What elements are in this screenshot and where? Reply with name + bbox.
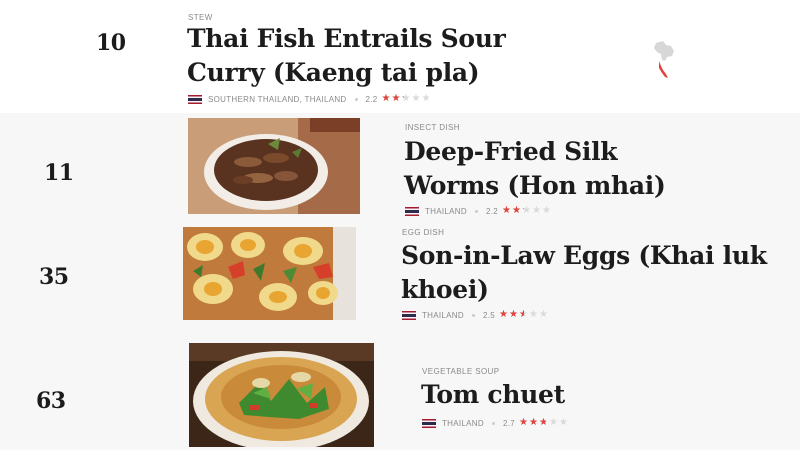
dish-category: STEW bbox=[188, 13, 213, 22]
star-icon: ★★ bbox=[502, 205, 512, 216]
tom-chuet-photo[interactable] bbox=[189, 343, 374, 447]
dish-category: VEGETABLE SOUP bbox=[422, 367, 500, 376]
dish-category: EGG DISH bbox=[402, 228, 445, 237]
rank-number: 11 bbox=[44, 160, 74, 186]
dish-category: INSECT DISH bbox=[405, 123, 460, 132]
rating-value: 2.2 bbox=[485, 206, 498, 216]
star-icon: ★★ bbox=[499, 309, 509, 320]
rating-value: 2.5 bbox=[482, 310, 495, 320]
star-icon: ★★ bbox=[539, 417, 549, 428]
dish-region[interactable]: THAILAND bbox=[425, 207, 467, 216]
meta-separator bbox=[474, 209, 478, 213]
meta-separator bbox=[491, 421, 495, 425]
star-icon: ★★ bbox=[522, 205, 532, 216]
star-icon: ★★ bbox=[401, 93, 411, 104]
star-icon: ★★ bbox=[519, 309, 529, 320]
star-icon: ★★ bbox=[519, 417, 529, 428]
star-icon: ★★ bbox=[539, 309, 549, 320]
silk-worms-photo[interactable] bbox=[188, 118, 360, 214]
star-rating: ★★★★★★★★★★ bbox=[502, 206, 552, 216]
star-icon: ★★ bbox=[549, 417, 559, 428]
meta-separator bbox=[354, 97, 358, 101]
son-in-law-eggs-photo[interactable] bbox=[183, 227, 356, 320]
star-rating: ★★★★★★★★★★ bbox=[382, 94, 432, 104]
rating-value: 2.2 bbox=[365, 94, 378, 104]
thailand-flag-icon bbox=[405, 206, 419, 216]
star-icon: ★★ bbox=[512, 205, 522, 216]
star-icon: ★★ bbox=[391, 93, 401, 104]
dish-title[interactable]: Deep-Fried Silk Worms (Hon mhai) bbox=[404, 135, 694, 203]
rank-number: 35 bbox=[39, 264, 69, 290]
dish-title[interactable]: Tom chuet bbox=[421, 378, 741, 412]
dish-title[interactable]: Thai Fish Entrails Sour Curry (Kaeng tai… bbox=[187, 22, 567, 90]
dish-meta: THAILAND 2.2 ★★★★★★★★★★ bbox=[405, 205, 552, 217]
star-icon: ★★ bbox=[532, 205, 542, 216]
star-icon: ★★ bbox=[509, 309, 519, 320]
star-icon: ★★ bbox=[421, 93, 431, 104]
rank-number: 63 bbox=[36, 388, 66, 414]
thailand-map-icon bbox=[654, 41, 674, 78]
dish-meta: THAILAND 2.5 ★★★★★★★★★★ bbox=[402, 309, 549, 321]
dish-region[interactable]: THAILAND bbox=[422, 311, 464, 320]
thailand-flag-icon bbox=[188, 94, 202, 104]
star-icon: ★★ bbox=[529, 309, 539, 320]
dish-meta: THAILAND 2.7 ★★★★★★★★★★ bbox=[422, 417, 569, 429]
thailand-flag-icon bbox=[402, 310, 416, 320]
star-rating: ★★★★★★★★★★ bbox=[519, 418, 569, 428]
star-icon: ★★ bbox=[381, 93, 391, 104]
dish-title[interactable]: Son-in-Law Eggs (Khai luk khoei) bbox=[401, 239, 796, 307]
star-icon: ★★ bbox=[542, 205, 552, 216]
star-icon: ★★ bbox=[559, 417, 569, 428]
thailand-flag-icon bbox=[422, 418, 436, 428]
meta-separator bbox=[471, 313, 475, 317]
dish-region[interactable]: SOUTHERN THAILAND, THAILAND bbox=[208, 95, 347, 104]
dish-region[interactable]: THAILAND bbox=[442, 419, 484, 428]
star-rating: ★★★★★★★★★★ bbox=[499, 310, 549, 320]
star-icon: ★★ bbox=[411, 93, 421, 104]
rank-number: 10 bbox=[96, 30, 126, 56]
dish-meta: SOUTHERN THAILAND, THAILAND 2.2 ★★★★★★★★… bbox=[188, 93, 432, 105]
star-icon: ★★ bbox=[529, 417, 539, 428]
rating-value: 2.7 bbox=[502, 418, 515, 428]
